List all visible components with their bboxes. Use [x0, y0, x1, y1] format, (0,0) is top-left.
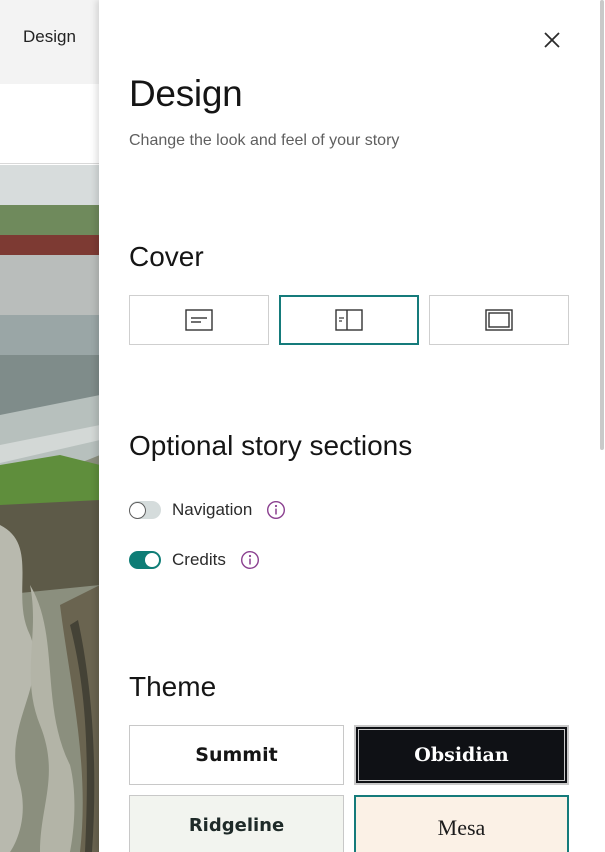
aerial-flood-photo: [0, 165, 100, 852]
cover-full-icon: [485, 309, 513, 331]
navigation-label: Navigation: [172, 500, 253, 519]
navigation-row: Navigation: [129, 498, 286, 522]
theme-summit[interactable]: Summit: [129, 725, 344, 785]
design-tab-label[interactable]: Design: [23, 27, 76, 47]
theme-heading: Theme: [129, 671, 217, 702]
info-icon[interactable]: [266, 500, 286, 520]
background-toolbar: [0, 84, 100, 164]
panel-title: Design: [129, 73, 243, 114]
theme-obsidian[interactable]: Obsidian: [354, 725, 569, 785]
cover-option-full[interactable]: [429, 295, 569, 345]
theme-summit-label: Summit: [195, 744, 278, 766]
cover-option-minimal[interactable]: [129, 295, 269, 345]
scrollbar-thumb[interactable]: [600, 0, 604, 450]
theme-mesa-label: Mesa: [437, 815, 486, 840]
info-icon[interactable]: [240, 550, 260, 570]
theme-mesa[interactable]: Mesa: [354, 795, 569, 852]
credits-toggle[interactable]: [129, 551, 161, 569]
theme-obsidian-label: Obsidian: [414, 744, 509, 766]
panel-subtitle: Change the look and feel of your story: [129, 132, 400, 149]
navigation-toggle[interactable]: [129, 501, 161, 519]
theme-ridgeline-label: Ridgeline: [188, 815, 285, 836]
theme-ridgeline[interactable]: Ridgeline: [129, 795, 344, 852]
credits-label: Credits: [172, 550, 226, 569]
cover-heading: Cover: [129, 241, 204, 272]
cover-side-by-side-icon: [335, 309, 363, 331]
credits-row: Credits: [129, 548, 260, 572]
optional-sections-heading: Optional story sections: [129, 430, 413, 461]
cover-option-side-by-side[interactable]: [279, 295, 419, 345]
cover-minimal-icon: [185, 309, 213, 331]
design-panel: Design Change the look and feel of your …: [99, 0, 605, 852]
close-button[interactable]: [540, 28, 564, 52]
close-icon: [544, 32, 560, 48]
panel-scrollbar[interactable]: [599, 0, 605, 450]
story-cover-image: [0, 165, 100, 852]
